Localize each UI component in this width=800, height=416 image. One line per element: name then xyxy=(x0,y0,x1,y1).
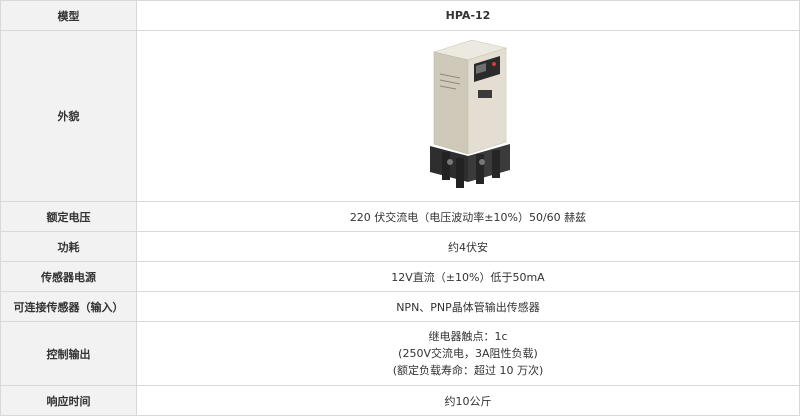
table-row: 可连接传感器（输入） NPN、PNP晶体管输出传感器 xyxy=(0,291,800,322)
row-value: 220 伏交流电（电压波动率±10%）50/60 赫兹 xyxy=(136,201,800,232)
row-value: HPA-12 xyxy=(136,0,800,31)
row-value: NPN、PNP晶体管输出传感器 xyxy=(136,291,800,322)
relay-product-image xyxy=(420,34,516,196)
table-row: 外貌 xyxy=(0,30,800,202)
row-value: 约4伏安 xyxy=(136,231,800,262)
value-line: (250V交流电，3A阻性负载) xyxy=(398,347,538,360)
table-row: 模型 HPA-12 xyxy=(0,0,800,31)
row-value: 约10公斤 xyxy=(136,385,800,416)
value-line: 继电器触点：1c xyxy=(428,330,508,343)
row-label: 控制输出 xyxy=(0,321,137,386)
value-line: (额定负载寿命：超过 10 万次) xyxy=(392,364,544,377)
table-row: 额定电压 220 伏交流电（电压波动率±10%）50/60 赫兹 xyxy=(0,201,800,232)
row-label: 可连接传感器（输入） xyxy=(0,291,137,322)
row-label: 模型 xyxy=(0,0,137,31)
table-row: 响应时间 约10公斤 xyxy=(0,385,800,416)
product-image-cell xyxy=(136,30,800,202)
table-row: 功耗 约4伏安 xyxy=(0,231,800,262)
row-label: 外貌 xyxy=(0,30,137,202)
row-value: 12V直流（±10%）低于50mA xyxy=(136,261,800,292)
row-label: 传感器电源 xyxy=(0,261,137,292)
row-value: 继电器触点：1c (250V交流电，3A阻性负载) (额定负载寿命：超过 10 … xyxy=(136,321,800,386)
table-row: 控制输出 继电器触点：1c (250V交流电，3A阻性负载) (额定负载寿命：超… xyxy=(0,321,800,386)
relay-product-icon xyxy=(430,39,510,188)
row-label: 功耗 xyxy=(0,231,137,262)
row-label: 额定电压 xyxy=(0,201,137,232)
spec-table: 模型 HPA-12 外貌 额定电压 220 伏交流电（电压波动率±10%）50/… xyxy=(0,0,800,416)
table-row: 传感器电源 12V直流（±10%）低于50mA xyxy=(0,261,800,292)
row-label: 响应时间 xyxy=(0,385,137,416)
